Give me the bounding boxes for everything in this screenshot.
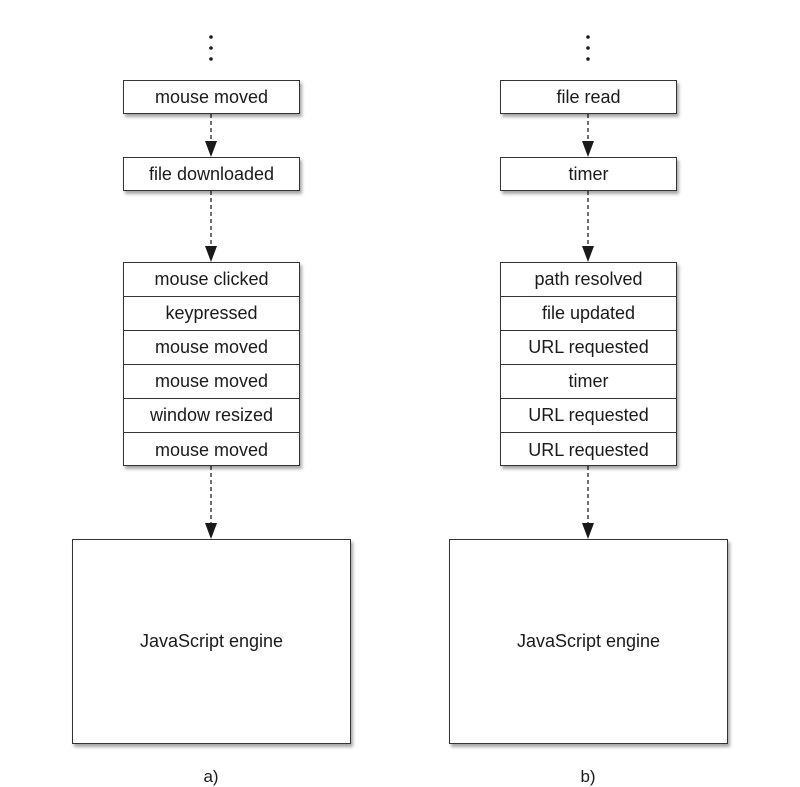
arrow-head-icon: [205, 141, 217, 157]
ellipsis-dot: [586, 57, 590, 61]
event-label: file downloaded: [148, 163, 275, 184]
arrow-head-icon: [582, 246, 594, 262]
queue-item: mouse moved: [154, 439, 269, 460]
queue-item: URL requested: [528, 439, 649, 460]
event-queue: mouse clicked keypressed mouse moved mouse …: [123, 262, 300, 466]
event-box: mouse moved: [123, 80, 300, 114]
queue-item: window resized: [124, 399, 299, 433]
arrow-head-icon: [582, 523, 594, 539]
event-box: timer: [500, 157, 677, 191]
queue-item: path resolved: [501, 263, 676, 297]
panel-caption: b): [580, 767, 596, 786]
arrow-head-icon: [205, 523, 217, 539]
arrow-head-icon: [205, 246, 217, 262]
ellipsis-dot: [209, 46, 213, 50]
javascript-engine-box: JavaScript engine: [72, 539, 351, 744]
event-label: mouse moved: [154, 86, 269, 107]
queue-item: mouse clicked: [124, 263, 299, 297]
event-label: file read: [556, 86, 621, 107]
event-box: file downloaded: [123, 157, 300, 191]
javascript-engine-box: JavaScript engine: [449, 539, 728, 744]
queue-item: URL requested: [501, 331, 676, 365]
ellipsis-dot: [209, 57, 213, 61]
queue-item: mouse moved: [124, 365, 299, 399]
queue-item: timer: [501, 365, 676, 399]
ellipsis-dot: [586, 46, 590, 50]
engine-label: JavaScript engine: [139, 631, 284, 651]
event-queue: path resolved file updated URL requested ti…: [500, 262, 677, 466]
event-box: file read: [500, 80, 677, 114]
ellipsis-dot: [209, 35, 213, 39]
engine-label: JavaScript engine: [516, 631, 661, 651]
ellipsis-dot: [586, 35, 590, 39]
arrow-head-icon: [582, 141, 594, 157]
queue-item: URL requested: [501, 399, 676, 433]
queue-item: file updated: [501, 297, 676, 331]
queue-item: mouse moved: [124, 331, 299, 365]
queue-item: keypressed: [124, 297, 299, 331]
panel-caption: a): [203, 767, 219, 786]
event-label: timer: [568, 163, 609, 184]
